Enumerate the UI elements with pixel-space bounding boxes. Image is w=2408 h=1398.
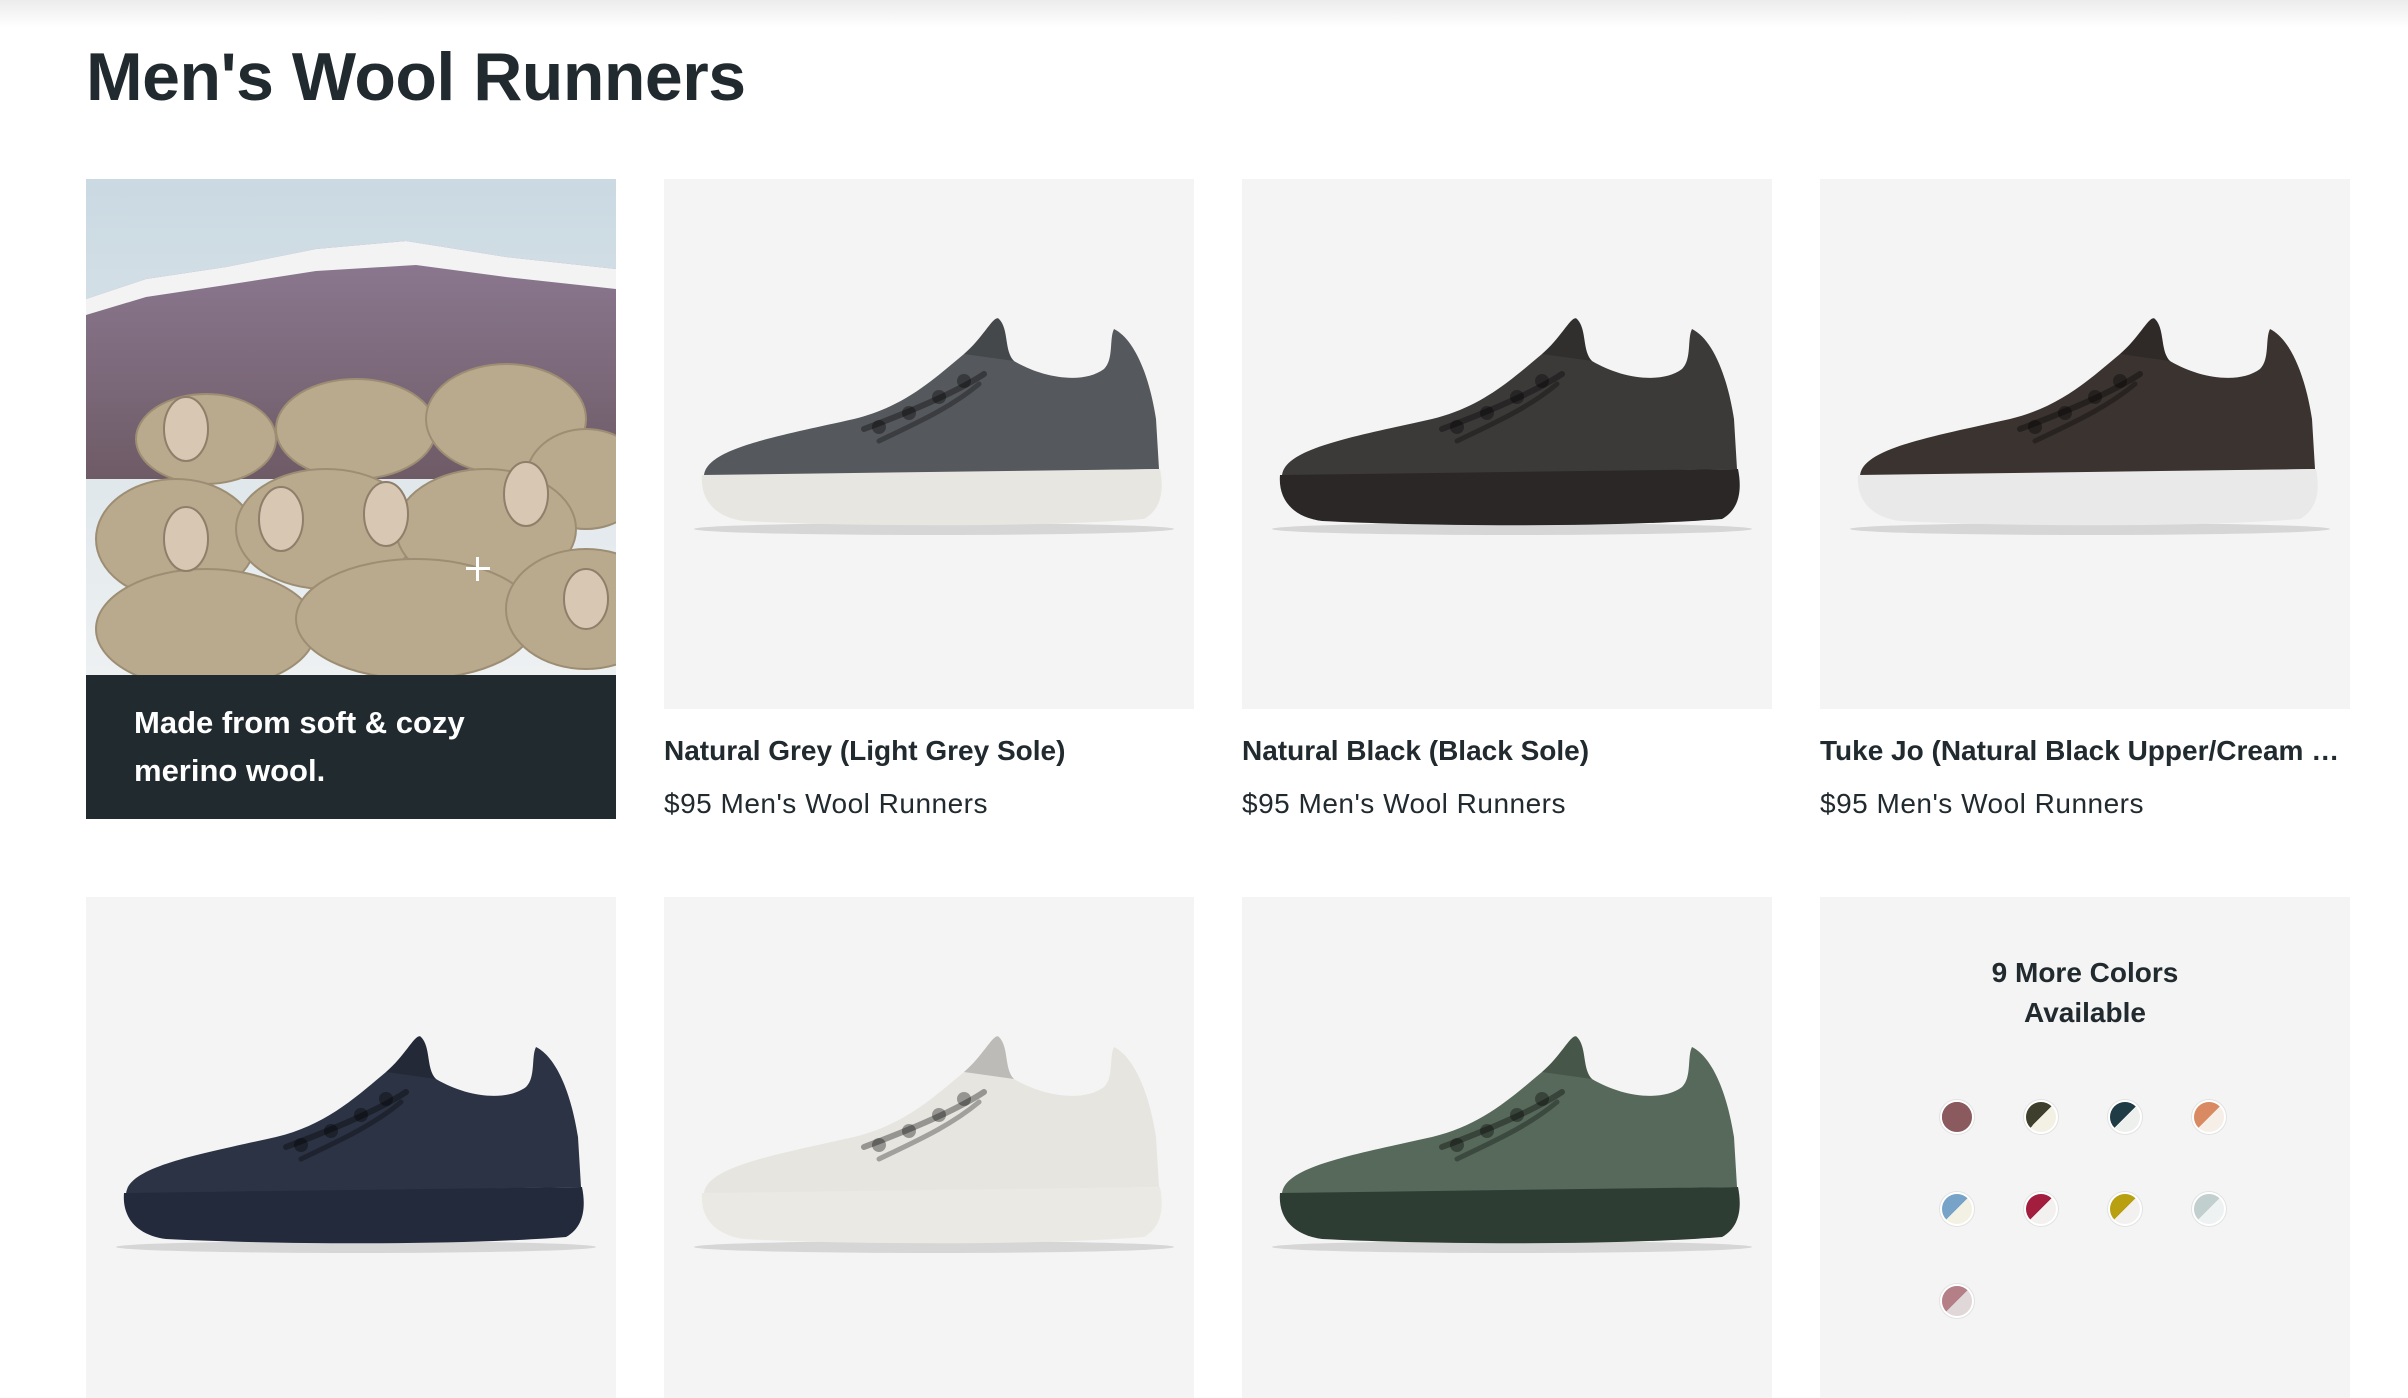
product-image-green[interactable] [1242, 897, 1772, 1398]
product-image-tuke-jo[interactable] [1820, 179, 2350, 709]
swatch-upper-color [1942, 1102, 1972, 1132]
shoe-illustration [1272, 318, 1752, 535]
swatch-upper-color [2110, 1102, 2140, 1132]
more-colors-count: 9 More Colors [1991, 957, 2179, 988]
plus-icon-vertical [476, 557, 479, 581]
top-edge [0, 0, 2408, 28]
shoe-illustration [1272, 1036, 1752, 1253]
swatch-upper-color [1942, 1194, 1972, 1224]
merino-wool-promo-card[interactable]: Made from soft & cozy merino wool. [86, 179, 616, 819]
product-image-natural-white[interactable] [664, 897, 1194, 1398]
product-price: $95 Men's Wool Runners [1820, 788, 2144, 819]
more-colors-card[interactable]: 9 More Colors Available [1820, 897, 2350, 1398]
swatch-upper-color [2194, 1194, 2224, 1224]
shoe-illustration [694, 318, 1174, 535]
promo-text: Made from soft & cozy merino wool. [134, 705, 465, 788]
product-image-navy[interactable] [86, 897, 616, 1398]
color-swatch[interactable] [2192, 1100, 2226, 1134]
promo-caption-bar: Made from soft & cozy merino wool. [86, 675, 616, 819]
color-swatch[interactable] [1940, 1100, 1974, 1134]
color-swatch[interactable] [2108, 1192, 2142, 1226]
shoe-illustration [116, 1036, 596, 1253]
color-swatch[interactable] [2024, 1100, 2058, 1134]
shoe-illustration [1850, 318, 2330, 535]
page-title: Men's Wool Runners [86, 39, 746, 115]
product-image-natural-black[interactable] [1242, 179, 1772, 709]
swatch-upper-color [2110, 1194, 2140, 1224]
shoe-illustration [694, 1036, 1174, 1253]
product-name[interactable]: Natural Black (Black Sole) [1242, 735, 1772, 767]
color-swatch[interactable] [1940, 1284, 1974, 1318]
swatch-upper-color [1942, 1286, 1972, 1316]
color-swatch[interactable] [2108, 1100, 2142, 1134]
product-image-natural-grey[interactable] [664, 179, 1194, 709]
product-price: $95 Men's Wool Runners [664, 788, 988, 819]
product-price: $95 Men's Wool Runners [1242, 788, 1566, 819]
swatch-upper-color [2026, 1102, 2056, 1132]
swatch-upper-color [2194, 1102, 2224, 1132]
color-swatch[interactable] [1940, 1192, 1974, 1226]
product-name[interactable]: Natural Grey (Light Grey Sole) [664, 735, 1194, 767]
more-colors-title: 9 More Colors Available [1820, 953, 2350, 1033]
color-swatch[interactable] [2192, 1192, 2226, 1226]
sheep-photo [86, 179, 616, 675]
color-swatch[interactable] [2024, 1192, 2058, 1226]
swatch-upper-color [2026, 1194, 2056, 1224]
more-colors-available: Available [2024, 997, 2146, 1028]
product-name[interactable]: Tuke Jo (Natural Black Upper/Cream Sole) [1820, 735, 2350, 767]
